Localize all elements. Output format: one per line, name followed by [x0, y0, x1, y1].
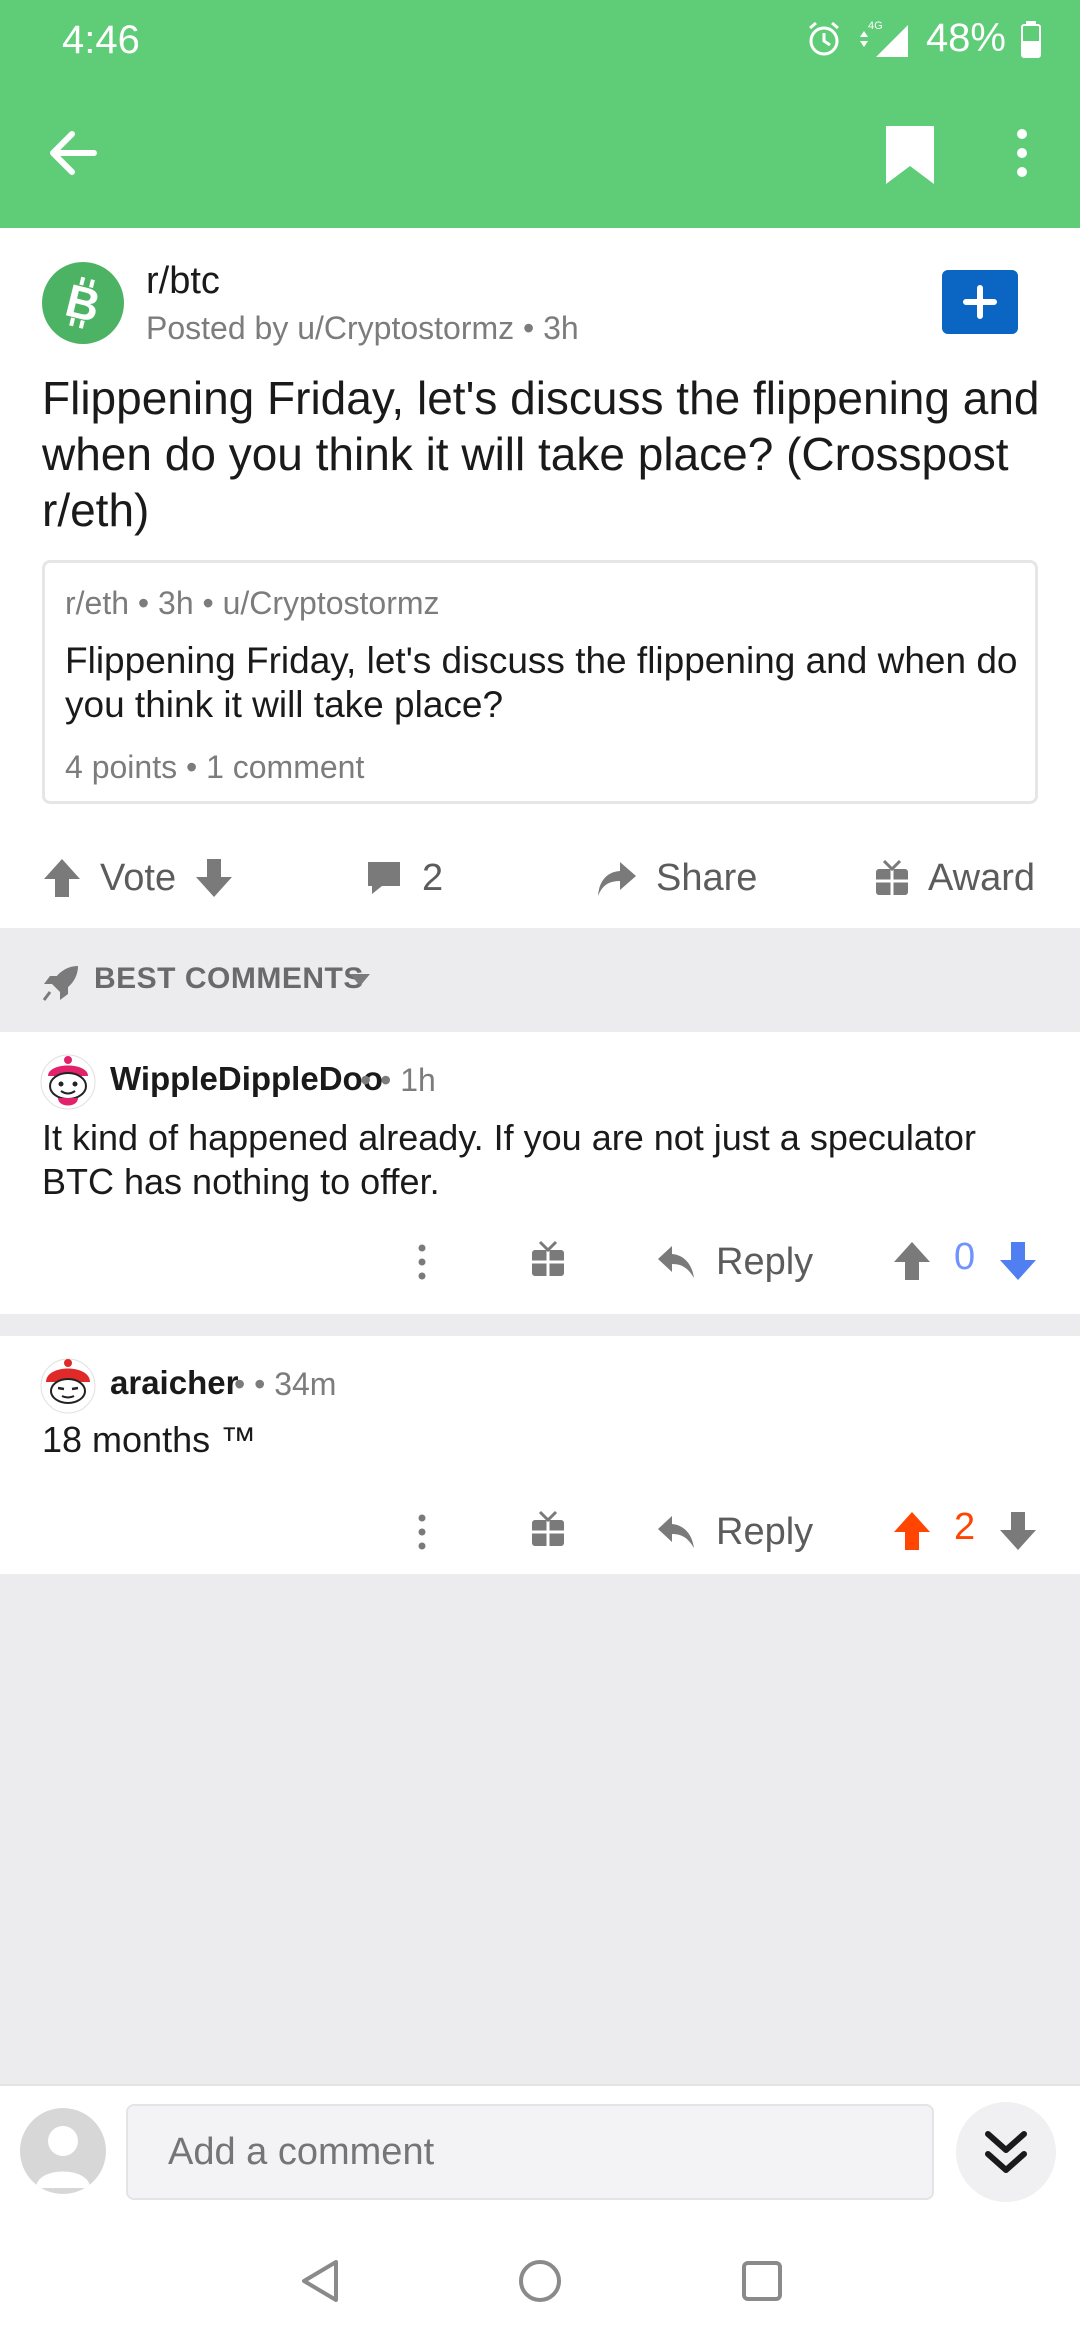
upvote-icon[interactable]: [892, 1510, 932, 1552]
post-card: B r/btc Posted by u/Cryptostormz • 3h Fl…: [0, 228, 1080, 928]
post-title: Flippening Friday, let's discuss the fli…: [42, 372, 1040, 536]
comment-actions: Reply 0: [0, 1226, 1080, 1298]
system-nav-bar: [0, 2236, 1080, 2340]
post-actions: Vote 2 Share Award: [0, 838, 1080, 918]
comment-author[interactable]: WippleDippleDoo: [110, 1060, 383, 1098]
comment-input[interactable]: [126, 2104, 934, 2200]
reply-label: Reply: [716, 1240, 814, 1283]
plus-icon: [963, 285, 997, 319]
bitcoin-icon: B: [61, 274, 106, 332]
share-icon: [598, 862, 636, 896]
comment-score: 2: [954, 1506, 976, 1548]
signal-icon: 4G: [859, 20, 908, 57]
commenter-avatar[interactable]: [40, 1054, 96, 1110]
snoo-avatar-icon: [40, 1054, 96, 1110]
scroll-to-bottom-button[interactable]: [956, 2102, 1056, 2202]
user-avatar[interactable]: [20, 2108, 106, 2194]
crosspost-title: Flippening Friday, let's discuss the fli…: [65, 640, 1018, 725]
comment-author[interactable]: araicher: [110, 1364, 238, 1402]
comment-composer-bar: [0, 2084, 1080, 2340]
comment-icon: [368, 862, 400, 894]
double-chevron-down-icon: [985, 2131, 1027, 2173]
comment-body: It kind of happened already. If you are …: [42, 1117, 976, 1202]
crosspost-stats: 4 points • 1 comment: [65, 749, 365, 785]
gift-icon[interactable]: [530, 1240, 566, 1278]
comment-time: • • 34m: [234, 1366, 337, 1402]
bookmark-icon[interactable]: [880, 122, 940, 188]
reply-button[interactable]: Reply: [656, 1500, 813, 1564]
comment-count: 2: [422, 856, 444, 899]
comment-item: araicher • • 34m 18 months ™ Reply 2: [0, 1336, 1080, 1574]
svg-text:4G: 4G: [868, 20, 883, 32]
comment-body: 18 months ™: [42, 1419, 257, 1460]
comment-item: WippleDippleDoo • • 1h It kind of happen…: [0, 1032, 1080, 1314]
crosspost-meta: r/eth • 3h • u/Cryptostormz: [65, 585, 440, 621]
award-label: Award: [928, 856, 1036, 899]
vote-group: Vote: [42, 838, 234, 918]
rocket-icon: [42, 966, 78, 1001]
nav-home-icon[interactable]: [516, 2256, 564, 2306]
status-icons: 4G 48%: [804, 16, 1042, 61]
nav-recents-icon[interactable]: [738, 2256, 786, 2306]
snoo-avatar-icon: [40, 1358, 96, 1414]
share-button[interactable]: Share: [594, 838, 757, 918]
upvote-icon[interactable]: [42, 857, 82, 899]
award-button[interactable]: Award: [874, 838, 1035, 918]
comments-button[interactable]: 2: [364, 838, 443, 918]
reply-icon: [658, 1516, 694, 1548]
caret-down-icon: [350, 974, 370, 986]
user-icon: [36, 2126, 90, 2188]
commenter-avatar[interactable]: [40, 1358, 96, 1414]
battery-icon: [1021, 20, 1041, 58]
reply-icon: [658, 1246, 694, 1278]
subreddit-name[interactable]: r/btc: [146, 260, 220, 303]
crosspost-card[interactable]: r/eth • 3h • u/Cryptostormz Flippening F…: [42, 560, 1038, 804]
gift-icon[interactable]: [530, 1510, 566, 1548]
share-label: Share: [656, 856, 758, 899]
more-options-icon[interactable]: [1000, 120, 1044, 186]
app-bar: [0, 78, 1080, 228]
comment-sort-bar[interactable]: BEST COMMENTS: [0, 928, 1080, 1032]
downvote-icon[interactable]: [998, 1510, 1038, 1552]
reply-button[interactable]: Reply: [656, 1230, 813, 1294]
more-options-icon[interactable]: [404, 1510, 440, 1554]
upvote-icon[interactable]: [892, 1240, 932, 1282]
sort-label: BEST COMMENTS: [94, 962, 364, 995]
reply-label: Reply: [716, 1510, 814, 1553]
subreddit-avatar[interactable]: B: [42, 262, 124, 344]
nav-back-icon[interactable]: [296, 2256, 344, 2306]
join-button[interactable]: [942, 270, 1018, 334]
back-arrow-icon[interactable]: [40, 120, 106, 186]
downvote-icon[interactable]: [998, 1240, 1038, 1282]
comment-score: 0: [954, 1236, 976, 1278]
battery-percent: 48%: [925, 16, 1006, 60]
alarm-icon: [808, 21, 839, 55]
comment-actions: Reply 2: [0, 1496, 1080, 1568]
comment-time: • • 1h: [360, 1062, 436, 1098]
gift-icon: [876, 859, 908, 895]
status-time: 4:46: [62, 18, 140, 62]
downvote-icon[interactable]: [194, 857, 234, 899]
post-meta[interactable]: Posted by u/Cryptostormz • 3h: [146, 310, 579, 347]
vote-label: Vote: [100, 856, 177, 899]
more-options-icon[interactable]: [404, 1240, 440, 1284]
status-bar: 4:46 4G 48%: [0, 0, 1080, 78]
